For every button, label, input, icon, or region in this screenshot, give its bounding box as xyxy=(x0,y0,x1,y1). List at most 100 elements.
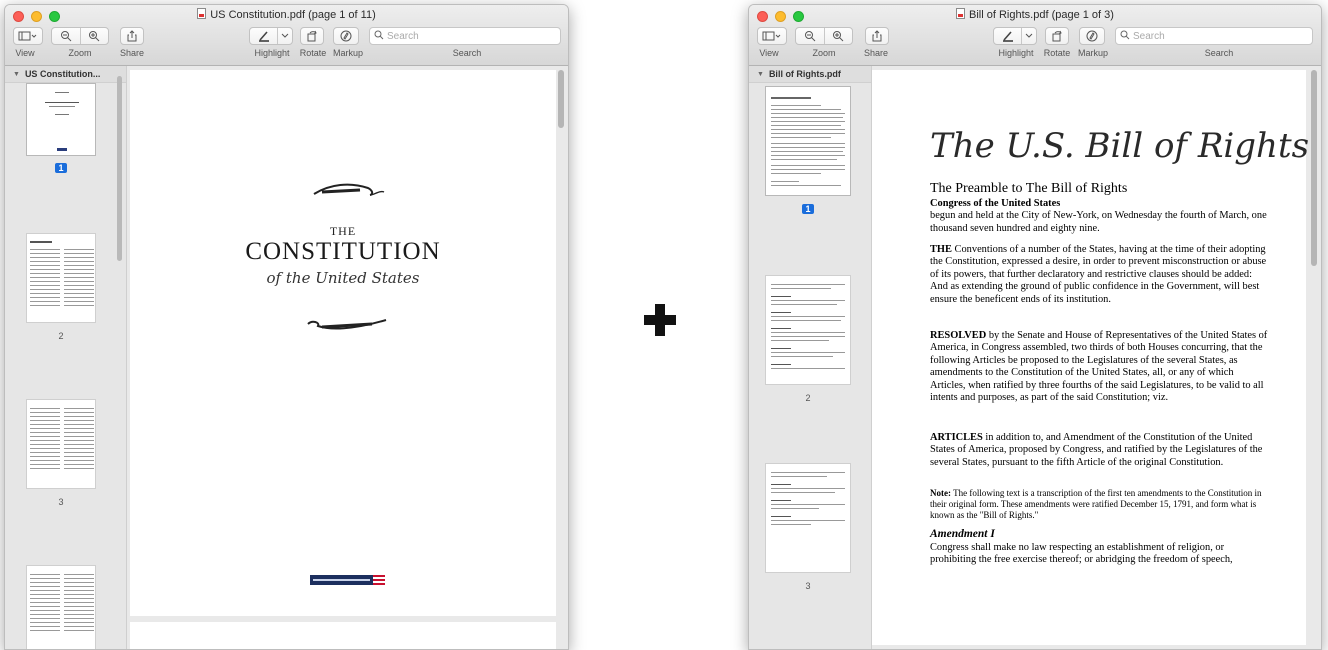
zoom-in-icon xyxy=(833,31,844,42)
congress-text: begun and held at the City of New-York, … xyxy=(930,210,1267,234)
document-scrollbar[interactable] xyxy=(1311,70,1317,266)
sidebar-scrollbar[interactable] xyxy=(117,76,122,261)
page-title: The U.S. Bill of Rights xyxy=(930,126,1310,166)
zoom-control[interactable] xyxy=(795,27,853,45)
zoom-label: Zoom xyxy=(812,48,836,58)
search-icon xyxy=(374,30,384,43)
publisher-logo xyxy=(310,575,385,585)
page-thumbnail-2[interactable] xyxy=(26,233,96,323)
highlight-pen-icon xyxy=(250,28,277,44)
search-label: Search xyxy=(452,48,482,58)
disclosure-triangle-icon[interactable]: ▼ xyxy=(13,71,20,78)
preview-window-bill-of-rights: Bill of Rights.pdf (page 1 of 3) Search … xyxy=(748,4,1322,650)
amendment-heading: Amendment I xyxy=(930,528,995,540)
zoom-out-button[interactable] xyxy=(52,28,80,44)
bottom-flourish-icon xyxy=(307,319,387,330)
page-number-2: 2 xyxy=(805,393,811,403)
title-bar: Bill of Rights.pdf (page 1 of 3) Search … xyxy=(749,5,1321,66)
markup-label: Markup xyxy=(332,48,363,58)
page-thumbnail-4[interactable] xyxy=(26,565,96,649)
paragraph-resolved: RESOLVED by the Senate and House of Repr… xyxy=(930,330,1268,404)
highlight-label: Highlight xyxy=(254,48,290,58)
page-number-1: 1 xyxy=(26,163,96,173)
cover-title: CONSTITUTION xyxy=(245,238,441,265)
pdf-page-1: The U.S. Bill of Rights The Preamble to … xyxy=(872,70,1310,645)
transcription-note: Note: The following text is a transcript… xyxy=(930,488,1262,520)
pdf-page-2 xyxy=(130,622,556,649)
thumbnail-sidebar: ▼ Bill of Rights.pdf 1 2 3 xyxy=(749,66,872,649)
highlight-button[interactable] xyxy=(249,27,293,45)
thumbnail-sidebar: ▼ US Constitution... 1 2 3 xyxy=(5,66,127,649)
page-number-2: 2 xyxy=(58,331,64,341)
markup-button[interactable] xyxy=(333,27,359,45)
chevron-down-icon[interactable] xyxy=(277,28,292,44)
pdf-page-1: THE CONSTITUTION of the United States xyxy=(130,70,556,616)
page-number-3: 3 xyxy=(58,497,64,507)
rotate-button[interactable] xyxy=(300,27,324,45)
search-icon xyxy=(1120,30,1130,43)
cover-pre-title: THE xyxy=(329,224,357,238)
page-thumbnail-1[interactable] xyxy=(765,86,851,196)
share-button[interactable] xyxy=(120,27,144,45)
plus-sign xyxy=(640,300,680,340)
zoom-in-button[interactable] xyxy=(79,28,109,44)
window-title: US Constitution.pdf (page 1 of 11) xyxy=(5,8,568,21)
preview-window-constitution: US Constitution.pdf (page 1 of 11) Searc… xyxy=(4,4,569,650)
paragraph-the: THE Conventions of a number of the State… xyxy=(930,244,1267,305)
preamble-heading: The Preamble to The Bill of Rights xyxy=(930,181,1128,196)
highlight-pen-icon xyxy=(994,28,1021,44)
page-thumbnail-3[interactable] xyxy=(765,463,851,573)
rotate-button[interactable] xyxy=(1045,27,1069,45)
view-menu-button[interactable] xyxy=(13,27,43,45)
window-title: Bill of Rights.pdf (page 1 of 3) xyxy=(749,8,1321,21)
share-button[interactable] xyxy=(865,27,889,45)
amendment-text: Congress shall make no law respecting an… xyxy=(930,542,1233,566)
view-menu-button[interactable] xyxy=(757,27,787,45)
zoom-control[interactable] xyxy=(51,27,109,45)
zoom-out-icon xyxy=(804,31,816,42)
page-thumbnail-2[interactable] xyxy=(765,275,851,385)
cover-subtitle: of the United States xyxy=(266,269,420,287)
view-label: View xyxy=(15,48,35,58)
highlight-button[interactable] xyxy=(993,27,1037,45)
markup-label: Markup xyxy=(1077,48,1108,58)
search-placeholder: Search xyxy=(1133,30,1165,42)
sidebar-document-header[interactable]: ▼ US Constitution... xyxy=(5,66,126,83)
rotate-icon xyxy=(1052,30,1062,42)
markup-button[interactable] xyxy=(1079,27,1105,45)
zoom-out-icon xyxy=(60,31,72,42)
search-field[interactable]: Search xyxy=(1115,27,1313,45)
congress-block: Congress of the United States begun and … xyxy=(930,198,1270,235)
rotate-icon xyxy=(307,30,317,42)
share-label: Share xyxy=(863,48,889,58)
document-scrollbar[interactable] xyxy=(558,70,564,128)
congress-heading: Congress of the United States xyxy=(930,198,1061,209)
highlight-label: Highlight xyxy=(998,48,1034,58)
pdf-file-icon xyxy=(956,8,966,19)
chevron-down-icon[interactable] xyxy=(1021,28,1036,44)
search-field[interactable]: Search xyxy=(369,27,561,45)
title-bar: US Constitution.pdf (page 1 of 11) Searc… xyxy=(5,5,568,66)
share-label: Share xyxy=(119,48,145,58)
search-placeholder: Search xyxy=(387,30,419,42)
sidebar-view-icon xyxy=(14,28,42,44)
page-thumbnail-3[interactable] xyxy=(26,399,96,489)
plus-icon xyxy=(644,304,676,336)
zoom-out-button[interactable] xyxy=(796,28,824,44)
zoom-in-icon xyxy=(89,31,100,42)
paragraph-articles: ARTICLES in addition to, and Amendment o… xyxy=(930,432,1263,468)
sidebar-view-icon xyxy=(758,28,786,44)
zoom-label: Zoom xyxy=(68,48,92,58)
document-view: THE CONSTITUTION of the United States xyxy=(127,66,568,649)
zoom-in-button[interactable] xyxy=(823,28,853,44)
markup-icon xyxy=(340,30,352,42)
view-label: View xyxy=(759,48,779,58)
page-number-3: 3 xyxy=(805,581,811,591)
sidebar-document-header[interactable]: ▼ Bill of Rights.pdf xyxy=(749,66,871,83)
markup-icon xyxy=(1086,30,1098,42)
page-thumbnail-1[interactable] xyxy=(26,83,96,156)
disclosure-triangle-icon[interactable]: ▼ xyxy=(757,71,764,78)
rotate-label: Rotate xyxy=(1043,48,1071,58)
document-view: The U.S. Bill of Rights The Preamble to … xyxy=(872,66,1321,649)
share-icon xyxy=(127,30,137,42)
